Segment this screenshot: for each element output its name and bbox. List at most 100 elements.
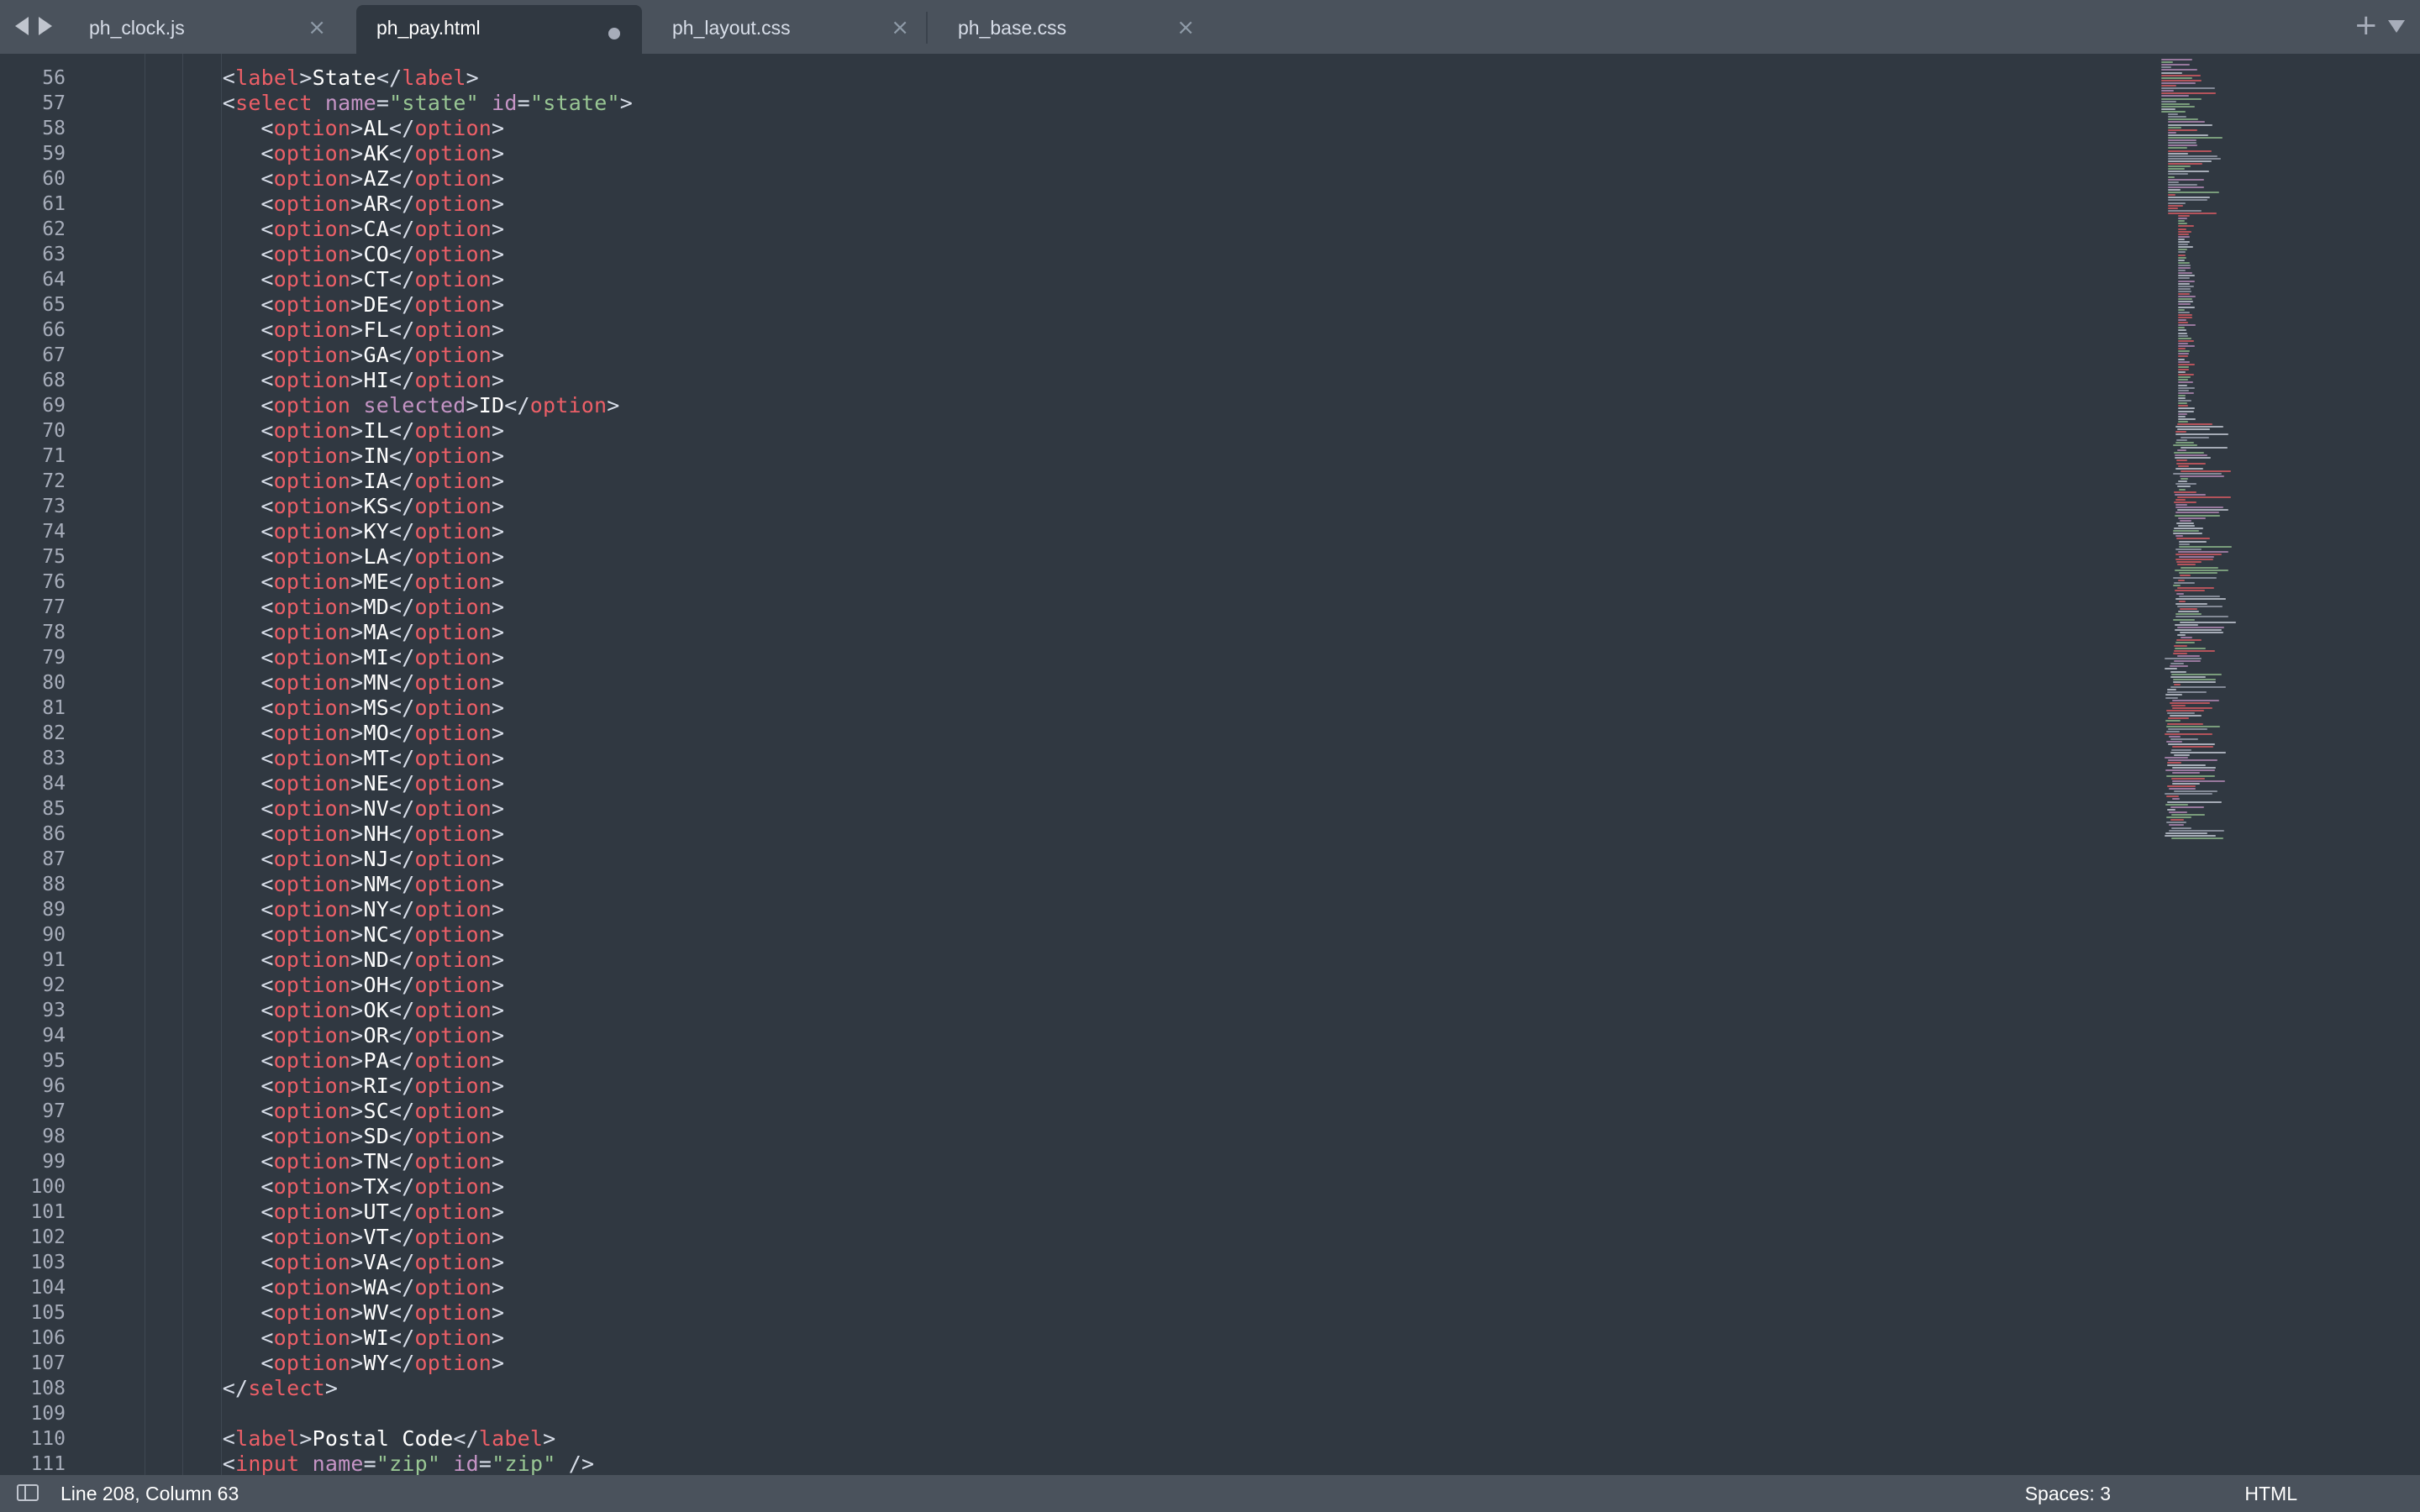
code-line[interactable]: <option>ME</option>	[260, 570, 504, 594]
unsaved-dot-icon[interactable]	[608, 28, 620, 39]
code-line[interactable]: <option>MT</option>	[260, 746, 504, 770]
option-value: MO	[363, 721, 389, 745]
minimap-line	[2172, 780, 2225, 782]
code-line[interactable]: <option>MO</option>	[260, 721, 504, 745]
tab-ph-clock-js[interactable]: ph_clock.js ×	[59, 5, 345, 54]
close-icon[interactable]: ×	[891, 15, 909, 40]
minimap-line	[2178, 379, 2188, 381]
minimap-line	[2178, 412, 2187, 415]
code-line[interactable]: <option>RI</option>	[260, 1074, 504, 1098]
code-line[interactable]: <option>NE</option>	[260, 771, 504, 795]
code-line[interactable]: <option>TN</option>	[260, 1149, 504, 1173]
minimap-line	[2168, 199, 2207, 202]
code-line[interactable]: <option>KS</option>	[260, 494, 504, 518]
minimap-line	[2175, 590, 2205, 592]
indentation-setting[interactable]: Spaces: 3	[2025, 1483, 2111, 1505]
code-line[interactable]: <option>NV</option>	[260, 796, 504, 821]
line-number: 87	[42, 848, 66, 870]
code-line[interactable]: <option>WA</option>	[260, 1275, 504, 1299]
code-line[interactable]: <option>NJ</option>	[260, 847, 504, 871]
code-line[interactable]: <option>MI</option>	[260, 645, 504, 669]
code-line[interactable]: <option>VT</option>	[260, 1225, 504, 1249]
code-line[interactable]: <option>NM</option>	[260, 872, 504, 896]
code-line[interactable]: <option>LA</option>	[260, 544, 504, 569]
line-number: 96	[42, 1075, 66, 1097]
code-line[interactable]: <option>OH</option>	[260, 973, 504, 997]
code-line[interactable]: <option>MS</option>	[260, 696, 504, 720]
tab-ph-layout-css[interactable]: ph_layout.css ×	[642, 5, 928, 54]
close-icon[interactable]: ×	[1176, 15, 1195, 40]
code-line[interactable]: <option selected>ID</option>	[260, 393, 619, 417]
minimap-line	[2172, 699, 2219, 701]
minimap-line	[2167, 712, 2195, 715]
code-line[interactable]: <option>SC</option>	[260, 1099, 504, 1123]
code-line[interactable]: <option>AR</option>	[260, 192, 504, 216]
option-value: NV	[363, 796, 389, 821]
option-value: AR	[363, 192, 389, 216]
code-line[interactable]: <option>CT</option>	[260, 267, 504, 291]
code-line[interactable]: <option>MN</option>	[260, 670, 504, 695]
code-line[interactable]: <option>IN</option>	[260, 444, 504, 468]
code-line[interactable]: <option>CO</option>	[260, 242, 504, 266]
code-line[interactable]: <option>WV</option>	[260, 1300, 504, 1325]
code-line[interactable]: <option>AZ</option>	[260, 166, 504, 191]
code-line[interactable]: <option>NC</option>	[260, 922, 504, 947]
line-number: 69	[42, 395, 66, 417]
code-line[interactable]: <option>GA</option>	[260, 343, 504, 367]
code-line[interactable]: <option>FL</option>	[260, 318, 504, 342]
minimap-line	[2167, 764, 2206, 767]
forward-arrow-icon[interactable]	[39, 17, 52, 35]
code-line[interactable]: <option>PA</option>	[260, 1048, 504, 1073]
code-line[interactable]: <label>Postal Code</label>	[223, 1426, 556, 1451]
code-line[interactable]: <option>WY</option>	[260, 1351, 504, 1375]
cursor-position[interactable]: Line 208, Column 63	[60, 1483, 239, 1505]
minimap-line	[2178, 391, 2194, 394]
code-line[interactable]: <option>VA</option>	[260, 1250, 504, 1274]
code-line[interactable]: <option>NY</option>	[260, 897, 504, 921]
code-line[interactable]: <option>AL</option>	[260, 116, 504, 140]
minimap-line	[2172, 772, 2200, 774]
code-line[interactable]: <option>AK</option>	[260, 141, 504, 165]
code-line[interactable]: <option>NH</option>	[260, 822, 504, 846]
code-line[interactable]: <option>OR</option>	[260, 1023, 504, 1047]
code-line[interactable]: <option>SD</option>	[260, 1124, 504, 1148]
syntax-mode[interactable]: HTML	[2244, 1483, 2297, 1505]
code-line[interactable]: <option>ND</option>	[260, 948, 504, 972]
minimap-line	[2161, 102, 2190, 105]
close-icon[interactable]: ×	[308, 15, 326, 40]
code-line[interactable]: <select name="state" id="state">	[223, 91, 633, 115]
minimap-line	[2181, 470, 2231, 472]
minimap-line	[2175, 535, 2183, 538]
code-line[interactable]: <option>KY</option>	[260, 519, 504, 543]
new-tab-plus-icon[interactable]: +	[2354, 8, 2379, 42]
code-line[interactable]: <option>OK</option>	[260, 998, 504, 1022]
code-line[interactable]: <label>State</label>	[223, 66, 479, 90]
code-editor[interactable]: <label>State</label> <select name="state"…	[0, 54, 2420, 1475]
back-arrow-icon[interactable]	[15, 17, 29, 35]
tab-ph-pay-html[interactable]: ph_pay.html	[356, 5, 642, 54]
code-line[interactable]: <option>TX</option>	[260, 1174, 504, 1199]
minimap-line	[2168, 160, 2212, 162]
minimap-line	[2171, 777, 2205, 780]
code-line[interactable]: <option>MA</option>	[260, 620, 504, 644]
code-line[interactable]: <option>WI</option>	[260, 1326, 504, 1350]
option-value: ME	[363, 570, 389, 594]
minimap-line	[2175, 613, 2202, 616]
code-line[interactable]: <option>HI</option>	[260, 368, 504, 392]
sidebar-toggle-icon[interactable]	[17, 1484, 39, 1501]
minimap-line	[2175, 507, 2223, 509]
line-number: 100	[30, 1176, 66, 1198]
code-line[interactable]: <option>MD</option>	[260, 595, 504, 619]
minimap[interactable]	[2160, 54, 2412, 1475]
code-line[interactable]: <input name="zip" id="zip" />	[223, 1452, 594, 1475]
code-line[interactable]: <option>UT</option>	[260, 1200, 504, 1224]
code-line[interactable]: </select>	[223, 1376, 338, 1400]
tab-list-chevron-down-icon[interactable]	[2388, 20, 2405, 33]
code-line[interactable]: <option>IL</option>	[260, 418, 504, 443]
code-line[interactable]: <option>DE</option>	[260, 292, 504, 317]
option-value: MI	[363, 645, 389, 669]
code-line[interactable]: <option>CA</option>	[260, 217, 504, 241]
code-line[interactable]: <option>IA</option>	[260, 469, 504, 493]
tab-ph-base-css[interactable]: ph_base.css ×	[928, 5, 1213, 54]
minimap-line	[2178, 353, 2189, 355]
